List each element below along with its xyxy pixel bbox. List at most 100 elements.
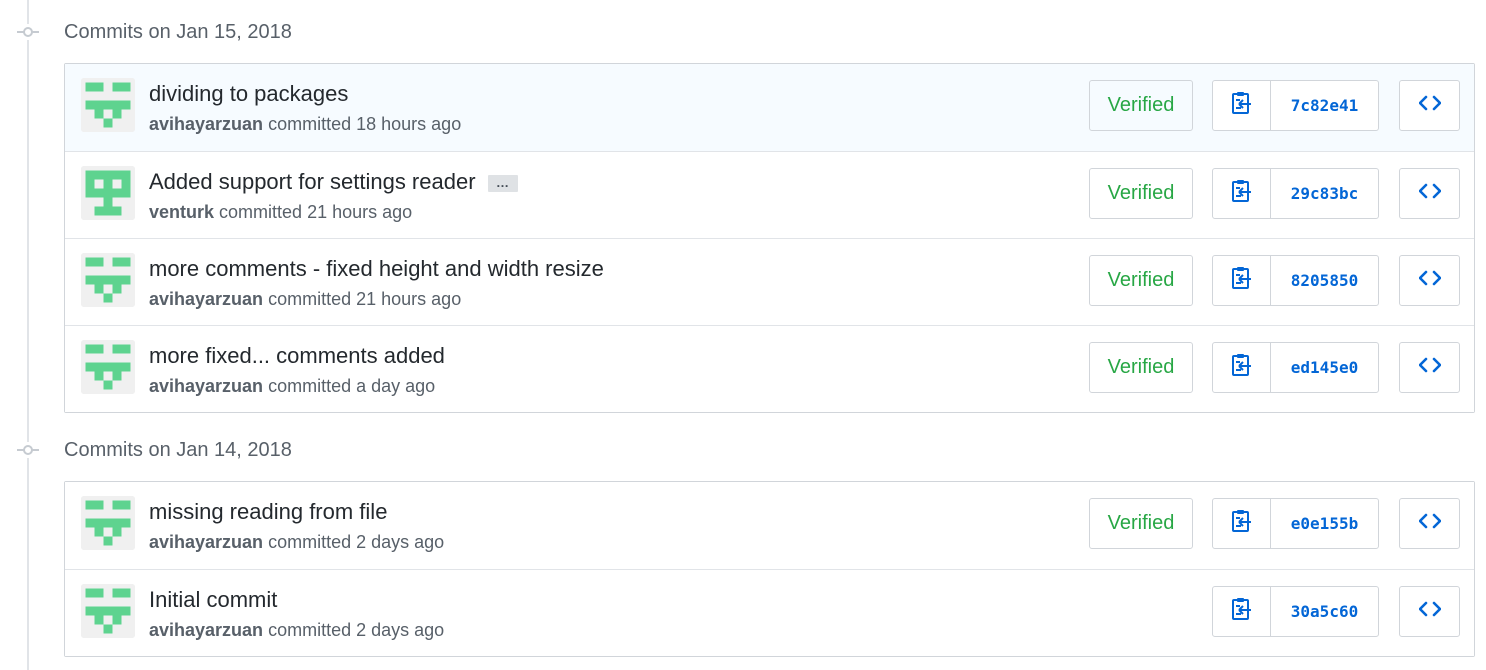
commit-message-line: Added support for settings reader … — [149, 169, 518, 195]
commit-message-line: missing reading from file — [149, 499, 387, 525]
verified-badge[interactable]: Verified — [1089, 255, 1193, 306]
copy-sha-button[interactable] — [1213, 343, 1271, 392]
commit-author-link[interactable]: avihayarzuan — [149, 114, 263, 134]
commit-row: missing reading from file avihayarzuan co… — [65, 482, 1474, 569]
verified-badge[interactable]: Verified — [1089, 498, 1193, 549]
commit-verb: committed — [219, 202, 303, 222]
commit-time: 2 days ago — [356, 620, 445, 640]
commit-list: missing reading from file avihayarzuan co… — [64, 481, 1475, 657]
commit-sha-link[interactable]: ed145e0 — [1271, 343, 1378, 392]
commit-meta: venturk committed 21 hours ago — [149, 202, 412, 223]
commit-message-line: more comments - fixed height and width r… — [149, 256, 604, 282]
commit-verb: committed — [268, 532, 352, 552]
commit-group: Commits on Jan 15, 2018 dividing to pack… — [0, 12, 1486, 413]
commit-message-line: more fixed... comments added — [149, 343, 445, 369]
commit-row: more fixed... comments added avihayarzuan… — [65, 325, 1474, 412]
git-commit-icon — [17, 24, 39, 40]
avatar[interactable] — [81, 253, 135, 307]
commit-time: 21 hours ago — [307, 202, 413, 222]
sha-button-group: 7c82e41 — [1212, 80, 1379, 131]
commit-row: Initial commit avihayarzuan committed 2 d… — [65, 569, 1474, 656]
browse-repo-button[interactable] — [1399, 586, 1460, 637]
commit-row: more comments - fixed height and width r… — [65, 238, 1474, 325]
copy-sha-button[interactable] — [1213, 256, 1271, 305]
copy-sha-button[interactable] — [1213, 169, 1271, 218]
commit-group-header: Commits on Jan 14, 2018 — [0, 430, 1486, 470]
avatar[interactable] — [81, 496, 135, 550]
commit-group-title: Commits on Jan 15, 2018 — [64, 21, 292, 43]
commit-verb: committed — [268, 620, 352, 640]
commit-group-header: Commits on Jan 15, 2018 — [0, 12, 1486, 52]
git-commit-icon — [17, 442, 39, 458]
browse-repo-button[interactable] — [1399, 498, 1460, 549]
commit-time: a day ago — [356, 376, 436, 396]
commit-verb: committed — [268, 289, 352, 309]
commit-time: 18 hours ago — [356, 114, 462, 134]
browse-repo-button[interactable] — [1399, 168, 1460, 219]
commit-message-line: Initial commit — [149, 587, 277, 613]
commit-sha-link[interactable]: e0e155b — [1271, 499, 1378, 548]
code-icon — [1418, 270, 1441, 291]
avatar[interactable] — [81, 166, 135, 220]
timeline-line — [27, 0, 29, 670]
browse-repo-button[interactable] — [1399, 255, 1460, 306]
verified-badge[interactable]: Verified — [1089, 80, 1193, 131]
expand-message-button[interactable]: … — [487, 174, 518, 192]
sha-button-group: 29c83bc — [1212, 168, 1379, 219]
commit-author-link[interactable]: avihayarzuan — [149, 620, 263, 640]
copy-sha-button[interactable] — [1213, 81, 1271, 130]
commit-author-link[interactable]: venturk — [149, 202, 214, 222]
commit-meta: avihayarzuan committed 21 hours ago — [149, 289, 461, 310]
commit-message-link[interactable]: Initial commit — [149, 587, 277, 612]
commit-sha-link[interactable]: 8205850 — [1271, 256, 1378, 305]
commit-message-link[interactable]: dividing to packages — [149, 81, 348, 106]
code-icon — [1418, 95, 1441, 116]
commit-sha-link[interactable]: 29c83bc — [1271, 169, 1378, 218]
clippy-icon — [1231, 91, 1253, 120]
commit-verb: committed — [268, 376, 352, 396]
sha-button-group: ed145e0 — [1212, 342, 1379, 393]
commit-list: dividing to packages avihayarzuan committ… — [64, 63, 1475, 413]
commit-message-link[interactable]: Added support for settings reader — [149, 169, 476, 194]
code-icon — [1418, 357, 1441, 378]
commit-time: 2 days ago — [356, 532, 445, 552]
commit-time: 21 hours ago — [356, 289, 462, 309]
commit-author-link[interactable]: avihayarzuan — [149, 289, 263, 309]
commit-verb: committed — [268, 114, 352, 134]
sha-button-group: 30a5c60 — [1212, 586, 1379, 637]
commit-group-title: Commits on Jan 14, 2018 — [64, 439, 292, 461]
commit-meta: avihayarzuan committed 18 hours ago — [149, 114, 461, 135]
code-icon — [1418, 513, 1441, 534]
avatar[interactable] — [81, 340, 135, 394]
commit-sha-link[interactable]: 7c82e41 — [1271, 81, 1378, 130]
copy-sha-button[interactable] — [1213, 499, 1271, 548]
clippy-icon — [1231, 353, 1253, 382]
clippy-icon — [1231, 509, 1253, 538]
verified-badge[interactable]: Verified — [1089, 168, 1193, 219]
avatar[interactable] — [81, 584, 135, 638]
commit-meta: avihayarzuan committed 2 days ago — [149, 620, 444, 641]
copy-sha-button[interactable] — [1213, 587, 1271, 636]
commit-message-link[interactable]: more comments - fixed height and width r… — [149, 256, 604, 281]
commit-author-link[interactable]: avihayarzuan — [149, 376, 263, 396]
commit-author-link[interactable]: avihayarzuan — [149, 532, 263, 552]
browse-repo-button[interactable] — [1399, 80, 1460, 131]
avatar[interactable] — [81, 78, 135, 132]
commit-row: dividing to packages avihayarzuan committ… — [65, 64, 1474, 151]
verified-badge[interactable]: Verified — [1089, 342, 1193, 393]
clippy-icon — [1231, 266, 1253, 295]
clippy-icon — [1231, 179, 1253, 208]
commit-meta: avihayarzuan committed a day ago — [149, 376, 435, 397]
commit-message-link[interactable]: more fixed... comments added — [149, 343, 445, 368]
commit-meta: avihayarzuan committed 2 days ago — [149, 532, 444, 553]
code-icon — [1418, 601, 1441, 622]
commit-message-link[interactable]: missing reading from file — [149, 499, 387, 524]
commit-row: Added support for settings reader … ventur… — [65, 151, 1474, 238]
commit-message-line: dividing to packages — [149, 81, 348, 107]
clippy-icon — [1231, 597, 1253, 626]
browse-repo-button[interactable] — [1399, 342, 1460, 393]
code-icon — [1418, 183, 1441, 204]
sha-button-group: e0e155b — [1212, 498, 1379, 549]
commit-sha-link[interactable]: 30a5c60 — [1271, 587, 1378, 636]
sha-button-group: 8205850 — [1212, 255, 1379, 306]
